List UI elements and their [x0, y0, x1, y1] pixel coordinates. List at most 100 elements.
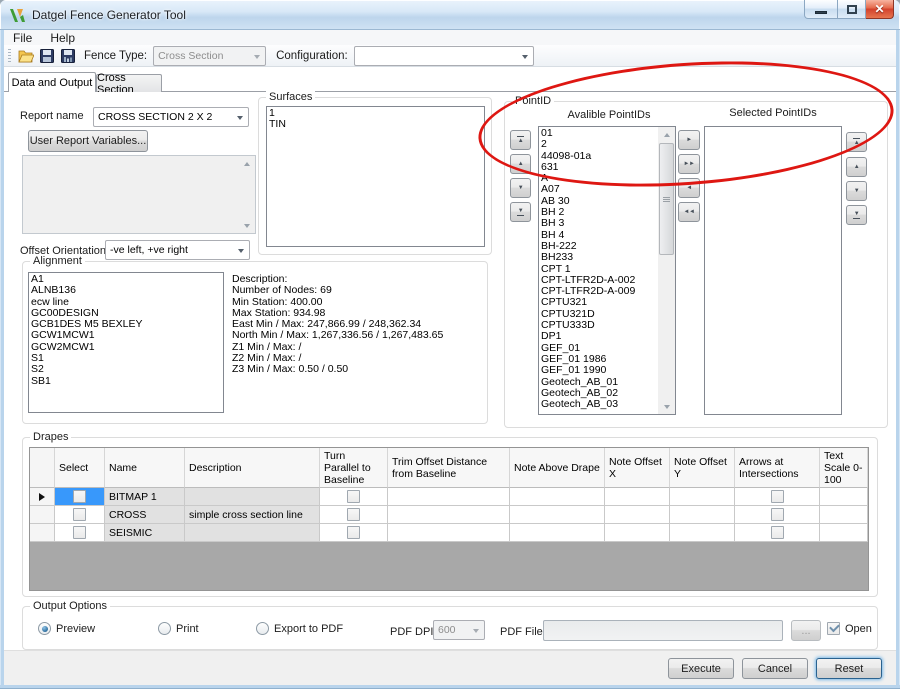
note-y-cell[interactable]	[670, 524, 735, 542]
note-y-cell[interactable]	[670, 488, 735, 506]
turn-parallel-checkbox[interactable]	[347, 508, 360, 521]
available-pointid-item[interactable]: BH233	[541, 252, 657, 263]
available-pointid-item[interactable]: GEF_01 1990	[541, 365, 657, 376]
selected-move-top-button[interactable]: ▲	[846, 132, 867, 152]
remove-all-button[interactable]: ◄◄	[678, 202, 700, 222]
turn-parallel-cell[interactable]	[320, 524, 388, 542]
note-x-cell[interactable]	[605, 506, 670, 524]
selected-move-down-button[interactable]: ▼	[846, 181, 867, 201]
alignment-item[interactable]: S2	[31, 364, 221, 375]
col-header-name[interactable]: Name	[105, 448, 185, 488]
col-header-note-above[interactable]: Note Above Drape	[510, 448, 605, 488]
text-scale-cell[interactable]	[820, 506, 868, 524]
select-cell[interactable]	[55, 506, 105, 524]
note-above-cell[interactable]	[510, 488, 605, 506]
available-pointid-item[interactable]: 631	[541, 162, 657, 173]
alignment-listbox[interactable]: A1ALNB136ecw lineGC00DESIGNGCB1DES M5 BE…	[28, 272, 224, 413]
note-above-cell[interactable]	[510, 506, 605, 524]
turn-parallel-cell[interactable]	[320, 506, 388, 524]
available-move-bottom-button[interactable]: ▼	[510, 202, 531, 222]
print-radio-group[interactable]: Print	[158, 622, 199, 635]
available-pointid-item[interactable]: DP1	[541, 331, 657, 342]
select-cell[interactable]	[55, 524, 105, 542]
print-radio[interactable]	[158, 622, 171, 635]
trim-offset-cell[interactable]	[388, 506, 510, 524]
row-header[interactable]	[30, 506, 55, 524]
available-move-up-button[interactable]: ▲	[510, 154, 531, 174]
col-header-text-scale[interactable]: Text Scale 0-100	[820, 448, 868, 488]
text-scale-cell[interactable]	[820, 488, 868, 506]
execute-button[interactable]: Execute	[668, 658, 734, 679]
alignment-item[interactable]: ALNB136	[31, 285, 221, 296]
available-pointid-item[interactable]: Geotech_AB_03	[541, 399, 657, 410]
select-checkbox[interactable]	[73, 490, 86, 503]
name-cell[interactable]: BITMAP 1	[105, 488, 185, 506]
tab-data-and-output[interactable]: Data and Output	[8, 72, 96, 92]
row-header[interactable]	[30, 524, 55, 542]
note-x-cell[interactable]	[605, 524, 670, 542]
turn-parallel-cell[interactable]	[320, 488, 388, 506]
selected-pointids-listbox[interactable]	[704, 126, 842, 415]
cancel-button[interactable]: Cancel	[742, 658, 808, 679]
col-header-note-y[interactable]: Note Offset Y	[670, 448, 735, 488]
col-header-arrows[interactable]: Arrows at Intersections	[735, 448, 820, 488]
arrows-checkbox[interactable]	[771, 508, 784, 521]
report-name-combo[interactable]: CROSS SECTION 2 X 2	[93, 107, 249, 127]
scroll-down-icon[interactable]	[658, 399, 675, 414]
add-selected-button[interactable]: ►	[678, 130, 700, 150]
name-cell[interactable]: CROSS	[105, 506, 185, 524]
available-pointid-item[interactable]: 01	[541, 128, 657, 139]
turn-parallel-checkbox[interactable]	[347, 526, 360, 539]
col-header-turn-parallel[interactable]: Turn Parallel to Baseline	[320, 448, 388, 488]
scrollbar-thumb[interactable]	[659, 143, 674, 255]
note-y-cell[interactable]	[670, 506, 735, 524]
text-scale-cell[interactable]	[820, 524, 868, 542]
arrows-cell[interactable]	[735, 506, 820, 524]
available-move-down-button[interactable]: ▼	[510, 178, 531, 198]
available-pointid-item[interactable]: 2	[541, 139, 657, 150]
selected-move-up-button[interactable]: ▲	[846, 157, 867, 177]
reset-button[interactable]: Reset	[816, 658, 882, 679]
available-pointids-listbox[interactable]: 01244098-01a631AA07AB 30BH 2BH 3BH 4BH-2…	[538, 126, 676, 415]
selected-move-bottom-button[interactable]: ▼	[846, 205, 867, 225]
remove-selected-button[interactable]: ◄	[678, 178, 700, 198]
arrows-checkbox[interactable]	[771, 526, 784, 539]
surfaces-item[interactable]: TIN	[269, 119, 482, 130]
col-header-trim-offset[interactable]: Trim Offset Distance from Baseline	[388, 448, 510, 488]
description-cell[interactable]: simple cross section line	[185, 506, 320, 524]
name-cell[interactable]: SEISMIC	[105, 524, 185, 542]
col-header-note-x[interactable]: Note Offset X	[605, 448, 670, 488]
offset-orientation-combo[interactable]: -ve left, +ve right	[105, 240, 250, 260]
available-pointid-item[interactable]: BH 3	[541, 218, 657, 229]
description-cell[interactable]	[185, 524, 320, 542]
add-all-button[interactable]: ►►	[678, 154, 700, 174]
user-report-variables-button[interactable]: User Report Variables...	[28, 130, 148, 152]
alignment-item[interactable]: S1	[31, 353, 221, 364]
col-header-description[interactable]: Description	[185, 448, 320, 488]
col-header-select[interactable]: Select	[55, 448, 105, 488]
row-header-current[interactable]	[30, 488, 55, 506]
arrows-cell[interactable]	[735, 524, 820, 542]
note-x-cell[interactable]	[605, 488, 670, 506]
surfaces-item[interactable]: 1	[269, 108, 482, 119]
preview-radio-group[interactable]: Preview	[38, 622, 95, 635]
export-pdf-radio-group[interactable]: Export to PDF	[256, 622, 343, 635]
trim-offset-cell[interactable]	[388, 524, 510, 542]
scroll-up-icon[interactable]	[658, 127, 675, 142]
select-checkbox[interactable]	[73, 526, 86, 539]
trim-offset-cell[interactable]	[388, 488, 510, 506]
surfaces-listbox[interactable]: 1TIN	[266, 106, 485, 247]
alignment-item[interactable]: SB1	[31, 376, 221, 387]
alignment-item[interactable]: GCW2MCW1	[31, 342, 221, 353]
turn-parallel-checkbox[interactable]	[347, 490, 360, 503]
available-list-scrollbar[interactable]	[658, 127, 675, 414]
preview-radio[interactable]	[38, 622, 51, 635]
select-cell[interactable]	[55, 488, 105, 506]
select-checkbox[interactable]	[73, 508, 86, 521]
export-pdf-radio[interactable]	[256, 622, 269, 635]
available-move-top-button[interactable]: ▲	[510, 130, 531, 150]
arrows-checkbox[interactable]	[771, 490, 784, 503]
arrows-cell[interactable]	[735, 488, 820, 506]
description-cell[interactable]	[185, 488, 320, 506]
note-above-cell[interactable]	[510, 524, 605, 542]
